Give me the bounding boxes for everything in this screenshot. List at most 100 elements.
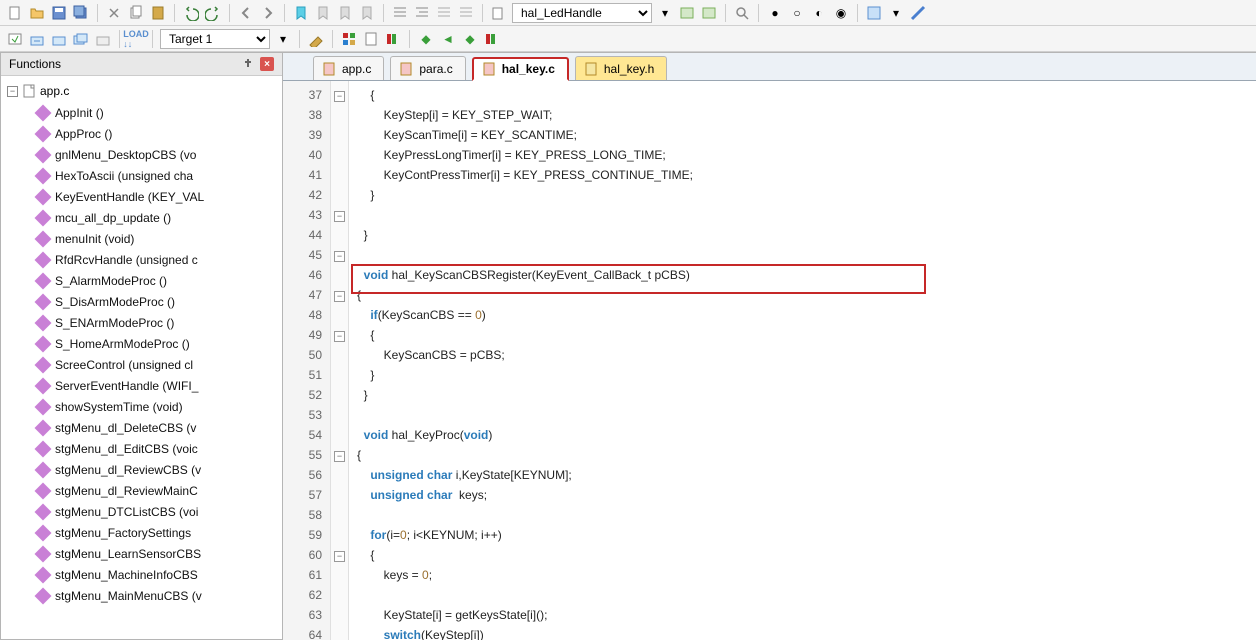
new-file-icon[interactable] [6,4,24,22]
uncomment-icon[interactable] [457,4,475,22]
undo-icon[interactable] [182,4,200,22]
pin-icon[interactable] [242,58,254,70]
function-item[interactable]: stgMenu_dl_EditCBS (voic [7,438,278,459]
find-in-files-icon[interactable] [490,4,508,22]
code-pane[interactable]: 3738394041424344454647484950515253545556… [283,81,1256,640]
references-icon[interactable] [700,4,718,22]
diamond-arrow-icon[interactable]: ◆ [461,30,479,48]
tab-app-c[interactable]: app.c [313,56,384,80]
function-item[interactable]: stgMenu_dl_ReviewCBS (v [7,459,278,480]
kill-breakpoint-icon[interactable]: ◐ [810,4,828,22]
tab-hal_key-h[interactable]: hal_key.h [575,56,667,80]
all-breakpoint-icon[interactable]: ◉ [832,4,850,22]
function-item[interactable]: stgMenu_DTCListCBS (voi [7,501,278,522]
function-item[interactable]: stgMenu_dl_DeleteCBS (v [7,417,278,438]
function-item[interactable]: gnlMenu_DesktopCBS (vo [7,144,278,165]
root-file-label: app.c [40,84,69,98]
prev-bookmark-icon[interactable] [314,4,332,22]
function-item[interactable]: stgMenu_LearnSensorCBS [7,543,278,564]
function-label: KeyEventHandle (KEY_VAL [55,190,204,204]
build-icon[interactable] [28,30,46,48]
function-item[interactable]: AppInit () [7,102,278,123]
paste-icon[interactable] [149,4,167,22]
file-icon [399,62,413,76]
function-label: mcu_all_dp_update () [55,211,171,225]
function-item[interactable]: RfdRcvHandle (unsigned c [7,249,278,270]
debug-find-icon[interactable] [733,4,751,22]
function-item[interactable]: stgMenu_MainMenuCBS (v [7,585,278,606]
copy-icon[interactable] [127,4,145,22]
target-combo[interactable]: Target 1 [160,29,270,49]
translate-icon[interactable] [6,30,24,48]
stop-build-icon[interactable] [94,30,112,48]
clear-bookmark-icon[interactable] [358,4,376,22]
file-ext-icon[interactable] [362,30,380,48]
next-bookmark-icon[interactable] [336,4,354,22]
options-icon[interactable] [307,30,325,48]
function-item[interactable]: S_ENArmModeProc () [7,312,278,333]
manage-icon[interactable] [340,30,358,48]
function-icon [35,251,52,268]
comment-icon[interactable] [435,4,453,22]
save-icon[interactable] [50,4,68,22]
batch-build-icon[interactable] [72,30,90,48]
main-toolbar: hal_LedHandle ▾ ● ○ ◐ ◉ ▾ [0,0,1256,26]
function-label: stgMenu_MachineInfoCBS [55,568,198,582]
function-icon [35,503,52,520]
function-item[interactable]: showSystemTime (void) [7,396,278,417]
function-item[interactable]: stgMenu_MachineInfoCBS [7,564,278,585]
function-combo[interactable]: hal_LedHandle [512,3,652,23]
fold-gutter[interactable]: −−−−−−− [331,81,349,640]
function-icon [35,419,52,436]
indent-icon[interactable] [391,4,409,22]
books-icon[interactable] [384,30,402,48]
collapse-icon[interactable]: − [7,86,18,97]
forward-icon[interactable] [259,4,277,22]
tab-hal_key-c[interactable]: hal_key.c [472,57,569,81]
config-icon[interactable] [909,4,927,22]
function-item[interactable]: AppProc () [7,123,278,144]
function-icon [35,398,52,415]
separator [119,30,120,48]
separator [482,4,483,22]
breakpoint-icon[interactable]: ● [766,4,784,22]
function-item[interactable]: stgMenu_dl_ReviewMainC [7,480,278,501]
function-tree[interactable]: − app.c AppInit ()AppProc ()gnlMenu_Deskto… [1,76,282,639]
function-item[interactable]: KeyEventHandle (KEY_VAL [7,186,278,207]
close-panel-button[interactable]: × [260,57,274,71]
function-item[interactable]: ServerEventHandle (WIFI_ [7,375,278,396]
bookmark-icon[interactable] [292,4,310,22]
books2-icon[interactable] [483,30,501,48]
function-item[interactable]: S_HomeArmModeProc () [7,333,278,354]
function-item[interactable]: S_DisArmModeProc () [7,291,278,312]
function-icon [35,293,52,310]
function-icon [35,188,52,205]
back-arrow-icon[interactable]: ◄ [439,30,457,48]
function-item[interactable]: mcu_all_dp_update () [7,207,278,228]
chevron-down-icon[interactable]: ▾ [656,4,674,22]
save-all-icon[interactable] [72,4,90,22]
tree-root[interactable]: − app.c [7,80,278,102]
chevron-down-icon[interactable]: ▾ [274,30,292,48]
window-icon[interactable] [865,4,883,22]
goto-icon[interactable] [678,4,696,22]
function-item[interactable]: HexToAscii (unsigned cha [7,165,278,186]
function-item[interactable]: S_AlarmModeProc () [7,270,278,291]
open-folder-icon[interactable] [28,4,46,22]
chevron-down-icon[interactable]: ▾ [887,4,905,22]
unindent-icon[interactable] [413,4,431,22]
code-text[interactable]: { KeyStep[i] = KEY_STEP_WAIT; KeyScanTim… [349,81,1256,640]
download-icon[interactable]: LOAD↓↓ [127,30,145,48]
back-icon[interactable] [237,4,255,22]
rebuild-icon[interactable] [50,30,68,48]
function-item[interactable]: menuInit (void) [7,228,278,249]
disable-breakpoint-icon[interactable]: ○ [788,4,806,22]
cut-icon[interactable] [105,4,123,22]
function-item[interactable]: stgMenu_FactorySettings [7,522,278,543]
function-item[interactable]: ScreeControl (unsigned cl [7,354,278,375]
file-icon [322,62,336,76]
tab-para-c[interactable]: para.c [390,56,465,80]
redo-icon[interactable] [204,4,222,22]
tab-label: para.c [419,62,452,76]
green-diamond-icon[interactable]: ◆ [417,30,435,48]
